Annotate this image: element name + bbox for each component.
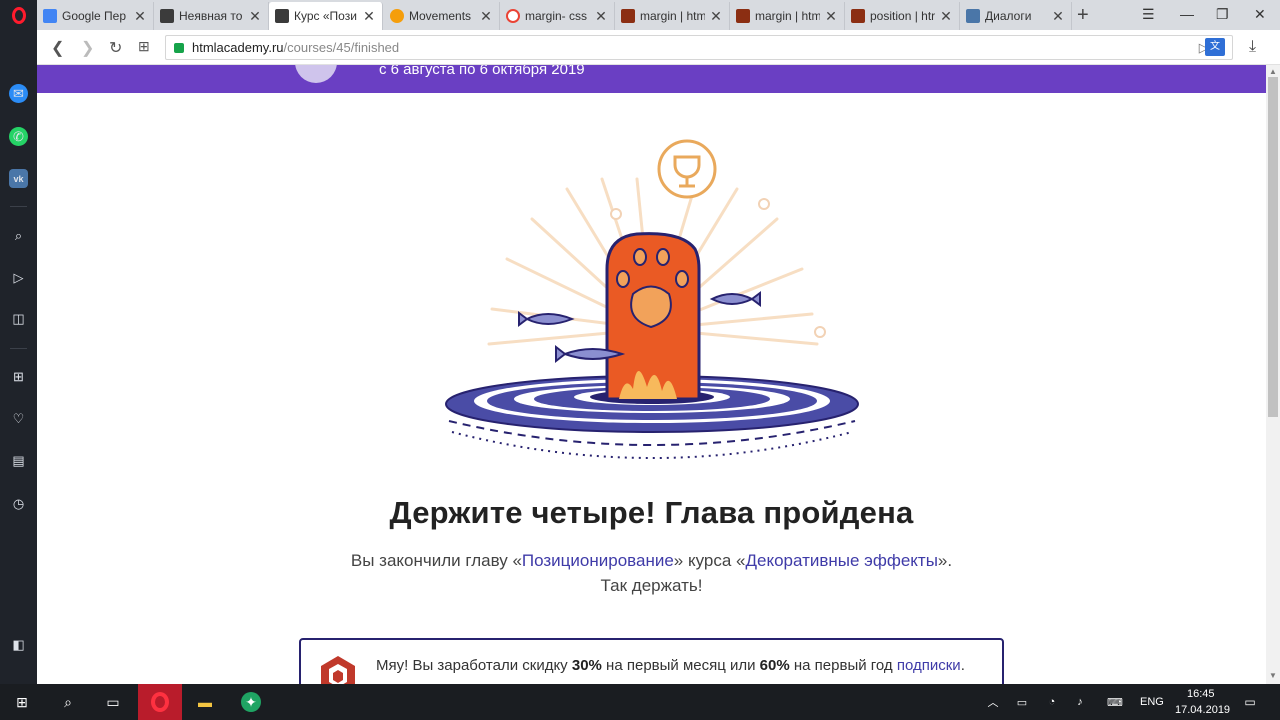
opera-sidebar: ✉ ✆ vk ⌕ ▷ ◫ ⊞ ♡ ▤ ◷ ◧ — [0, 30, 37, 684]
scroll-thumb[interactable] — [1268, 77, 1278, 417]
vk-icon[interactable]: vk — [9, 169, 28, 188]
download-icon[interactable]: ⤓ — [1249, 38, 1256, 56]
tab-google-translate[interactable]: Google Пер ✕ — [37, 2, 154, 30]
close-tab-icon[interactable]: ✕ — [594, 8, 608, 25]
close-tab-icon[interactable]: ✕ — [1051, 8, 1065, 25]
promo-badge-icon — [295, 65, 337, 83]
close-tab-icon[interactable]: ✕ — [362, 8, 376, 25]
task-view-icon[interactable]: ▭ — [103, 692, 123, 712]
tab-menu-icon[interactable]: ☰ — [1142, 6, 1155, 23]
news-icon[interactable]: ▤ — [9, 451, 28, 470]
htmlacademy-shield-icon — [275, 9, 289, 23]
opera-menu-button[interactable] — [0, 0, 37, 30]
tab-implicit[interactable]: Неявная то ✕ — [154, 2, 269, 30]
sidebar-divider — [10, 206, 27, 207]
new-tab-button[interactable]: + — [1077, 4, 1089, 27]
colorful-circle-icon — [390, 9, 404, 23]
clock-date[interactable]: 17.04.2019 — [1175, 704, 1230, 716]
flow-send-icon[interactable]: ▷ — [9, 268, 28, 287]
sidebar-toggle-icon[interactable]: ◧ — [9, 635, 28, 654]
close-window-icon[interactable]: ✕ — [1254, 6, 1266, 23]
minimize-window-icon[interactable]: — — [1180, 6, 1194, 22]
restore-window-icon[interactable]: ❐ — [1216, 6, 1229, 23]
encouragement-text: Так держать! — [600, 576, 703, 595]
app-globe-icon[interactable]: ✦ — [241, 692, 261, 712]
tab-course-active[interactable]: Курс «Пози ✕ — [269, 2, 383, 30]
promo-banner[interactable]: с 6 августа по 6 октября 2019 — [37, 65, 1266, 93]
tab-margin-mdn-1[interactable]: margin | htm ✕ — [615, 2, 730, 30]
tab-movements[interactable]: Movements ✕ — [384, 2, 500, 30]
messenger-icon[interactable]: ✉ — [9, 84, 28, 103]
translate-icon[interactable]: 文 — [1205, 38, 1225, 56]
url-host: htmlacademy.ru — [192, 40, 284, 55]
speed-dial-icon[interactable]: ⊞ — [138, 38, 150, 55]
opera-logo-icon — [11, 6, 26, 24]
close-tab-icon[interactable]: ✕ — [709, 8, 723, 25]
discount-message: Мяу! Вы заработали скидку 30% на первый … — [376, 657, 965, 674]
mdn-icon — [736, 9, 750, 23]
forward-icon[interactable]: ❯ — [81, 38, 94, 58]
vk-dialogs-icon — [966, 9, 980, 23]
input-language[interactable]: ENG — [1140, 696, 1164, 708]
close-tab-icon[interactable]: ✕ — [479, 8, 493, 25]
sidebar-divider — [10, 348, 27, 349]
camera-snapshot-icon[interactable]: ◫ — [9, 309, 28, 328]
opera-icon — [151, 692, 169, 712]
discount-notice: Мяу! Вы заработали скидку 30% на первый … — [299, 638, 1004, 684]
windows-taskbar: ⊞ ⌕ ▭ ▬ ✦ ︿ ▭ ◔ ♪ ⌨ ENG 16:45 17.04.2019… — [0, 684, 1280, 720]
subscription-link[interactable]: подписки — [897, 657, 961, 674]
notifications-icon[interactable]: ▭ — [1240, 692, 1260, 712]
scroll-up-icon[interactable]: ▲ — [1269, 67, 1277, 76]
taskbar-opera-button[interactable] — [138, 684, 182, 720]
chapter-summary: Вы закончили главу «Позиционирование» ку… — [350, 551, 953, 595]
page-content: с 6 августа по 6 октября 2019 Держите че… — [37, 65, 1266, 684]
page-scrollbar[interactable]: ▲ ▼ — [1266, 65, 1280, 684]
course-link[interactable]: Декоративные эффекты — [746, 551, 938, 570]
htmlacademy-shield-icon — [160, 9, 174, 23]
clock-time[interactable]: 16:45 — [1187, 688, 1215, 700]
tab-margin-mdn-2[interactable]: margin | htm ✕ — [730, 2, 845, 30]
address-field[interactable]: htmlacademy.ru/courses/45/finished ▷ ♡ — [165, 35, 1233, 60]
battery-icon[interactable]: ▭ — [1012, 692, 1032, 712]
bookmarks-heart-icon[interactable]: ♡ — [9, 409, 28, 428]
history-clock-icon[interactable]: ◷ — [9, 494, 28, 513]
close-tab-icon[interactable]: ✕ — [939, 8, 953, 25]
scroll-down-icon[interactable]: ▼ — [1269, 671, 1277, 680]
file-explorer-icon[interactable]: ▬ — [195, 692, 215, 712]
search-icon[interactable]: ⌕ — [58, 692, 78, 712]
cat-paw-trophy-illustration — [445, 139, 859, 459]
speed-dial-grid-icon[interactable]: ⊞ — [9, 367, 28, 386]
volume-icon[interactable]: ♪ — [1070, 692, 1090, 712]
close-tab-icon[interactable]: ✕ — [248, 8, 262, 25]
tab-dialogs[interactable]: Диалоги ✕ — [960, 2, 1072, 30]
browser-tab-bar: Google Пер ✕ Неявная то ✕ Курс «Пози ✕ M… — [0, 0, 1280, 30]
back-icon[interactable]: ❮ — [51, 38, 64, 58]
wifi-icon[interactable]: ◔ — [1042, 692, 1062, 712]
keyboard-icon[interactable]: ⌨ — [1105, 692, 1125, 712]
google-translate-icon — [43, 9, 57, 23]
mdn-icon — [621, 9, 635, 23]
chapter-link[interactable]: Позиционирование — [522, 551, 674, 570]
secure-lock-icon — [174, 42, 184, 53]
tab-position-mdn[interactable]: position | htr ✕ — [845, 2, 960, 30]
close-tab-icon[interactable]: ✕ — [133, 8, 147, 25]
search-icon[interactable]: ⌕ — [9, 226, 28, 245]
htmlacademy-logo-icon — [321, 656, 355, 684]
reload-icon[interactable]: ↻ — [109, 38, 122, 58]
address-toolbar: ❮ ❯ ↻ ⊞ htmlacademy.ru/courses/45/finish… — [37, 30, 1280, 65]
close-tab-icon[interactable]: ✕ — [824, 8, 838, 25]
whatsapp-icon[interactable]: ✆ — [9, 127, 28, 146]
promo-dates: с 6 августа по 6 октября 2019 — [379, 65, 585, 78]
google-g-icon — [506, 9, 520, 23]
windows-start-icon[interactable]: ⊞ — [12, 692, 32, 712]
page-title: Держите четыре! Глава пройдена — [389, 495, 914, 530]
show-hidden-icons-chevron-icon[interactable]: ︿ — [983, 692, 1003, 712]
tab-margin-google[interactable]: margin- css ✕ — [500, 2, 615, 30]
url-path: /courses/45/finished — [283, 40, 400, 55]
mdn-icon — [851, 9, 865, 23]
